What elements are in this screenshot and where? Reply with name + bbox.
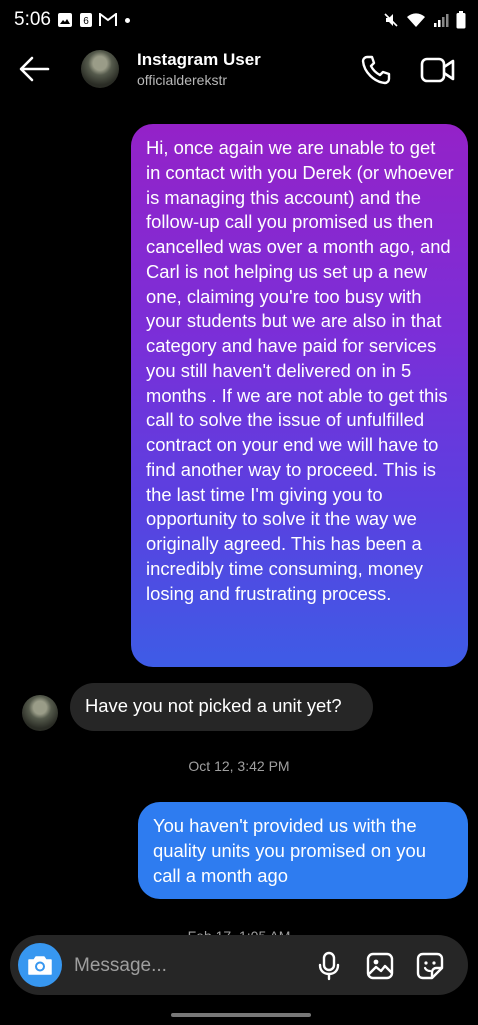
contact-username[interactable]: officialderekstr [137, 72, 227, 88]
mute-icon [384, 13, 398, 27]
message-input[interactable] [74, 953, 294, 979]
gallery-icon[interactable] [366, 952, 394, 980]
status-bar: 5:06 6 [0, 0, 478, 40]
avatar[interactable] [81, 50, 119, 88]
message-composer [10, 935, 468, 995]
gallery-icon [58, 13, 72, 27]
chat-header: Instagram User officialderekstr [0, 40, 478, 100]
outgoing-message[interactable]: Hi, once again we are unable to get in c… [131, 124, 468, 667]
signal-icon [434, 14, 449, 27]
contact-name[interactable]: Instagram User [137, 50, 261, 70]
phone-call-icon[interactable] [360, 54, 392, 86]
status-icons-right [383, 11, 466, 29]
status-icons-left: 6 [57, 12, 130, 28]
sender-avatar[interactable] [22, 695, 58, 731]
camera-icon [28, 956, 52, 975]
home-indicator[interactable] [171, 1013, 311, 1017]
back-arrow-icon[interactable] [18, 54, 52, 84]
status-time: 5:06 [14, 9, 51, 30]
message-timestamp: Oct 12, 3:42 PM [188, 758, 290, 774]
sticker-icon[interactable] [416, 952, 444, 980]
outgoing-message[interactable]: You haven't provided us with the quality… [138, 802, 468, 899]
notification-icon: 6 [80, 13, 92, 27]
svg-text:6: 6 [83, 16, 89, 27]
dot-icon [125, 17, 130, 23]
video-call-icon[interactable] [420, 56, 456, 84]
gmail-icon [99, 13, 117, 26]
incoming-message[interactable]: Have you not picked a unit yet? [70, 683, 373, 731]
wifi-icon [407, 13, 425, 27]
microphone-icon[interactable] [316, 951, 342, 981]
camera-button[interactable] [18, 943, 62, 987]
battery-icon [456, 11, 466, 29]
